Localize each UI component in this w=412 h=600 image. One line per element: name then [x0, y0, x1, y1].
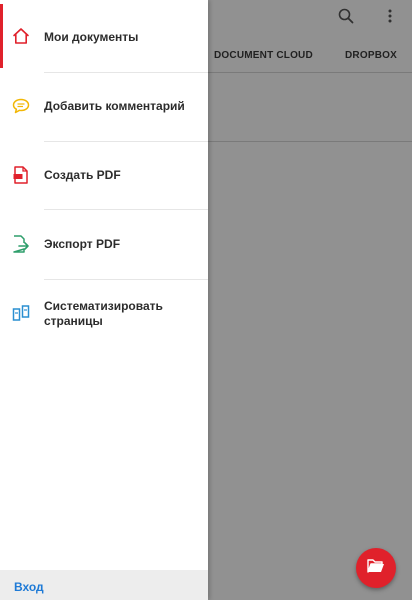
- open-file-fab[interactable]: [356, 548, 396, 588]
- menu-item-organize-pages[interactable]: Систематизировать страницы: [0, 280, 208, 352]
- sign-in-link[interactable]: Вход: [14, 580, 44, 594]
- organize-pages-icon: [11, 303, 31, 323]
- active-indicator: [0, 4, 3, 68]
- drawer-footer: Вход: [0, 570, 208, 600]
- menu-item-label: Мои документы: [44, 30, 139, 44]
- home-icon: [11, 26, 31, 46]
- export-pdf-icon: [11, 234, 31, 254]
- menu-item-label: Создать PDF: [44, 168, 121, 182]
- menu-item-label: Экспорт PDF: [44, 237, 121, 251]
- menu-item-create-pdf[interactable]: Создать PDF: [0, 142, 208, 210]
- menu-item-add-comment[interactable]: Добавить комментарий: [0, 73, 208, 141]
- folder-open-icon: [367, 558, 385, 578]
- comment-icon: [11, 96, 31, 116]
- menu-item-label: Систематизировать страницы: [44, 299, 163, 328]
- menu-item-export-pdf[interactable]: Экспорт PDF: [0, 210, 208, 279]
- menu-item-my-documents[interactable]: Мои документы: [0, 0, 208, 72]
- create-pdf-icon: [11, 165, 31, 185]
- menu-item-label: Добавить комментарий: [44, 99, 185, 113]
- navigation-drawer: Мои документы Добавить комментарий Созда…: [0, 0, 208, 600]
